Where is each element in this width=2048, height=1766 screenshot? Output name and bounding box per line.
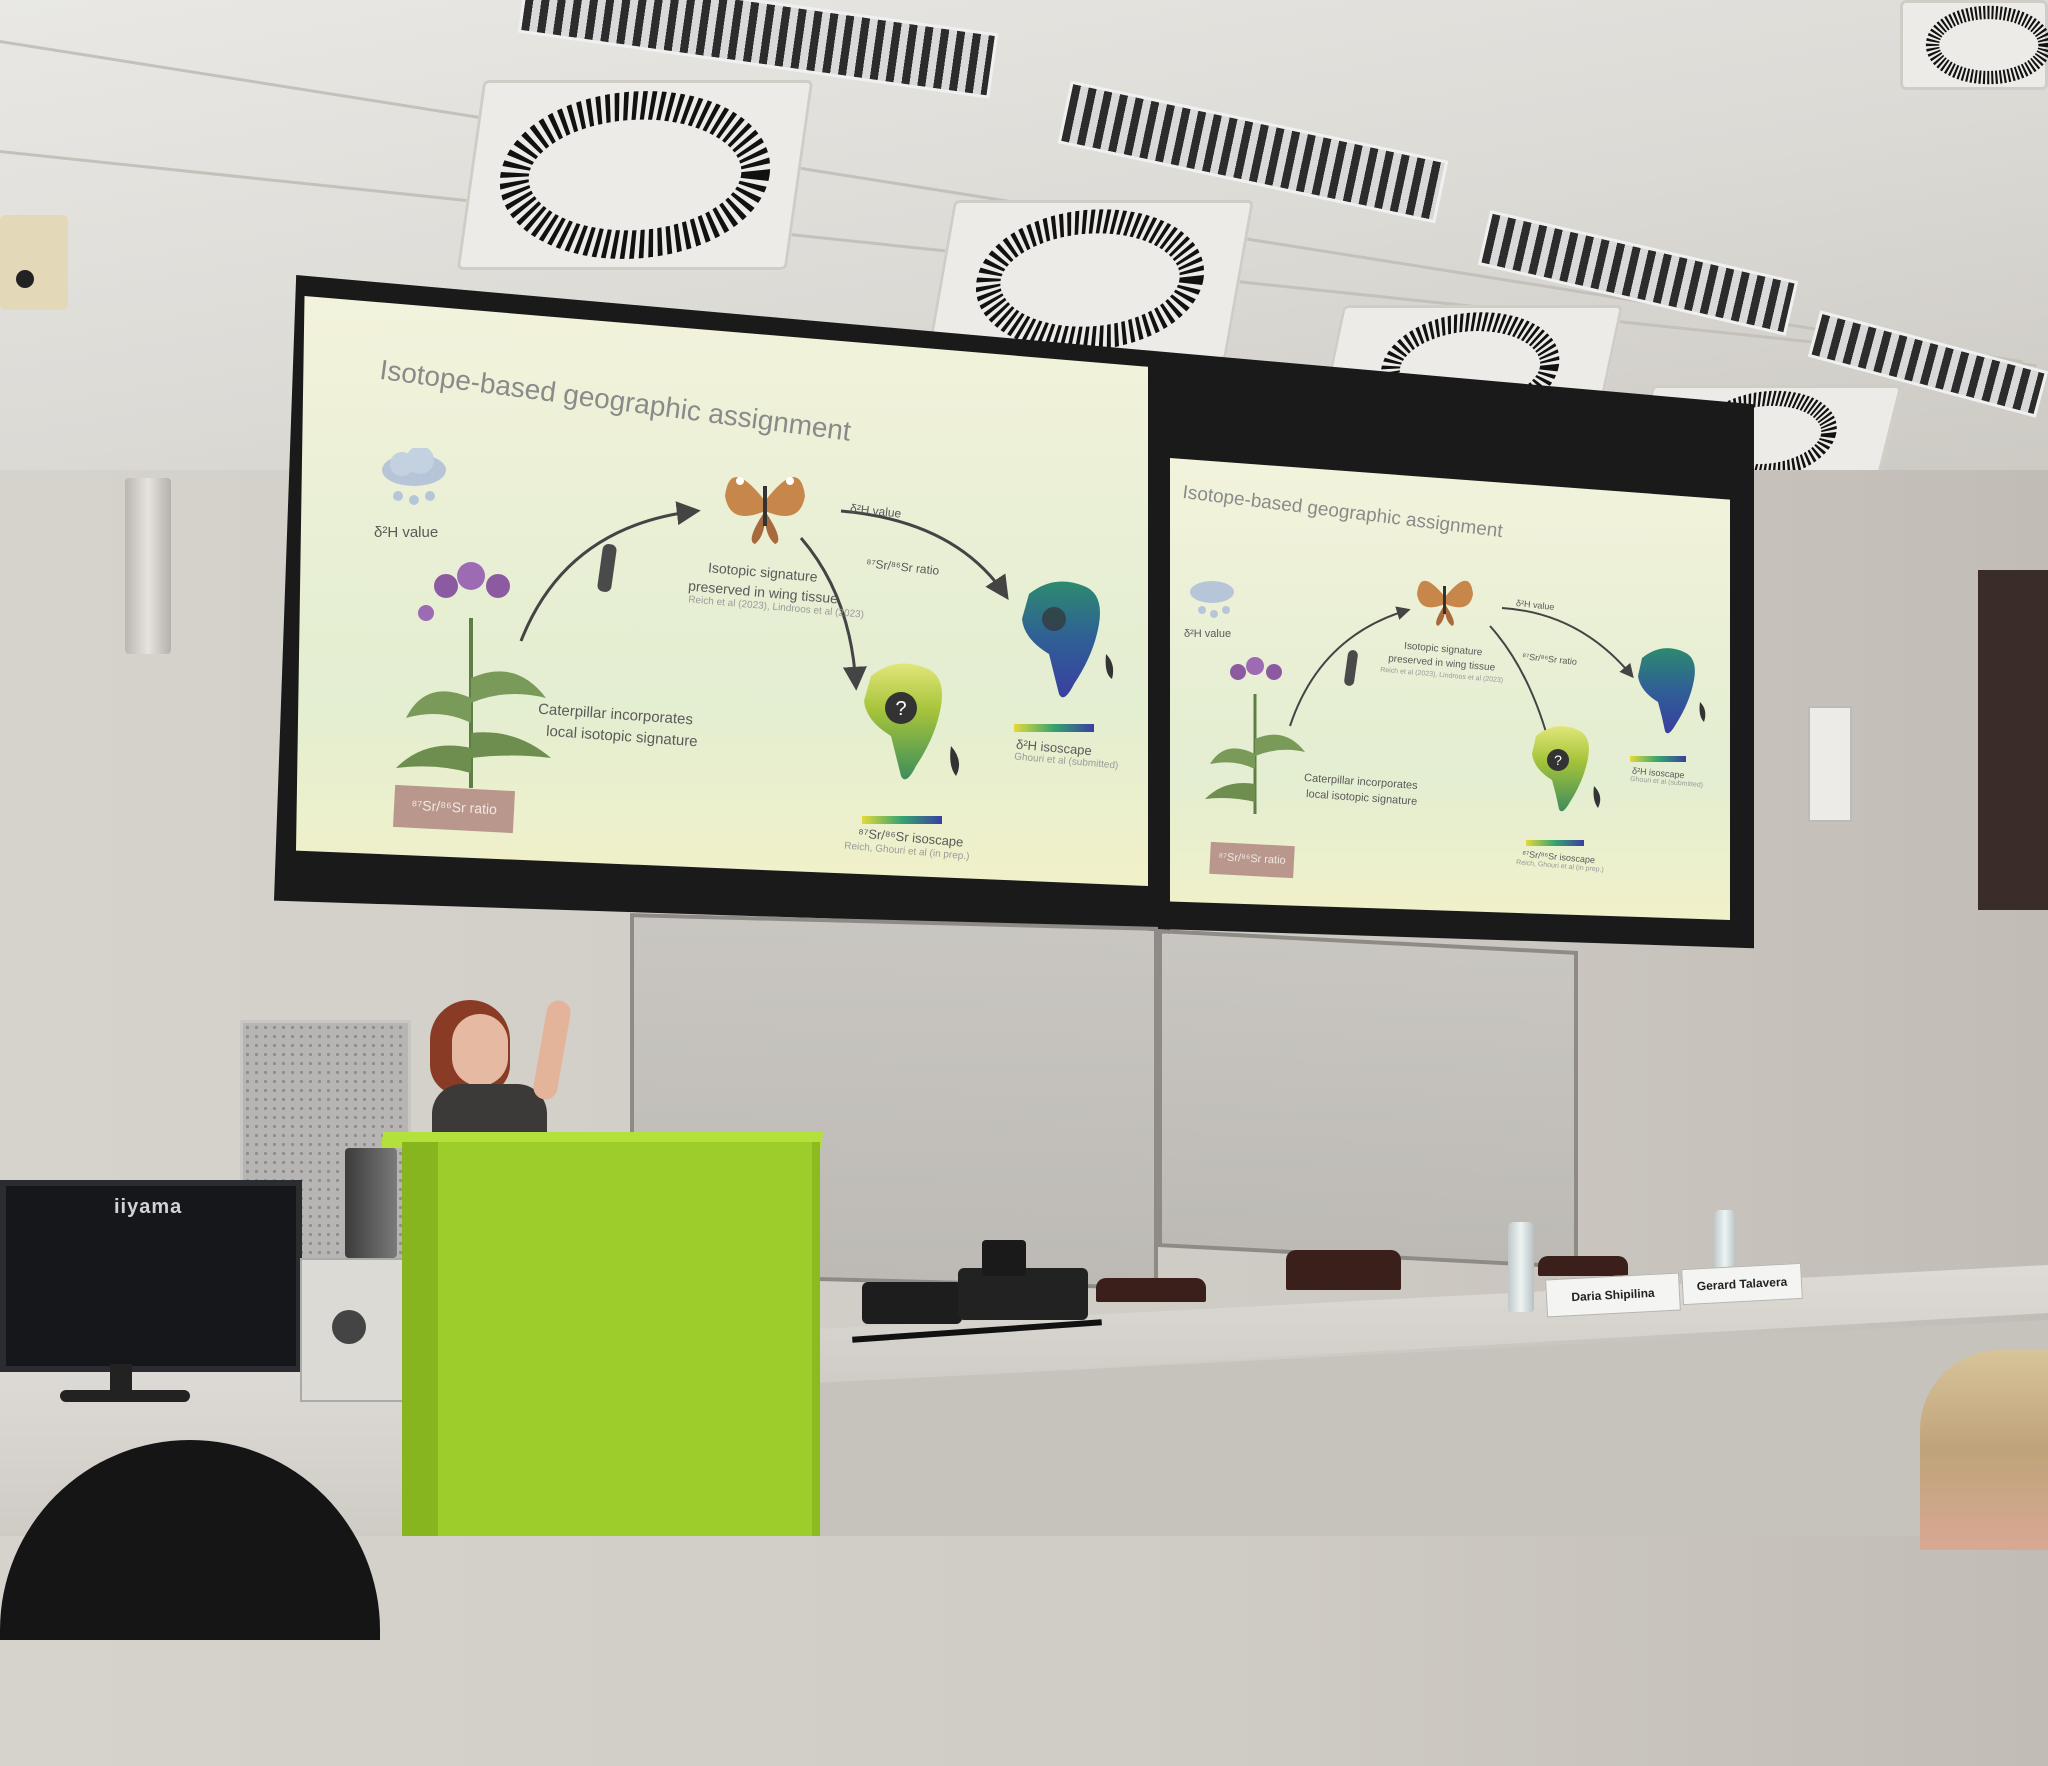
monitor-base [60, 1390, 190, 1402]
computer-monitor: iiyama [0, 1180, 302, 1372]
strontium-isoscape-map: ? [864, 663, 960, 780]
wall-speaker [125, 478, 171, 654]
chair-back [1538, 1256, 1628, 1276]
projected-slide-left: Isotope-based geographic assignment δ²H … [296, 296, 1148, 886]
security-camera [0, 215, 68, 310]
question-mark: ? [1554, 752, 1562, 768]
presenter-face [452, 1014, 508, 1086]
audience-head [1920, 1350, 2048, 1550]
name-card: Daria Shipilina [1545, 1272, 1681, 1318]
water-bottle [1508, 1222, 1534, 1312]
chair-back [1096, 1278, 1206, 1302]
hydrogen-isoscape-map [1022, 581, 1114, 698]
desk-device [982, 1240, 1026, 1276]
butterfly-icon [1417, 580, 1473, 626]
lectern-podium [402, 1142, 820, 1536]
whiteboard-right [1158, 928, 1578, 1270]
strontium-isoscape-map: ? [1532, 726, 1601, 812]
projected-slide-right: Isotope-based geographic assignment δ²H … [1170, 458, 1730, 920]
wall-speaker [1808, 706, 1852, 822]
door-panel [1978, 570, 2048, 910]
chair-back [1286, 1250, 1401, 1290]
pc-speaker [300, 1258, 404, 1402]
hydrogen-legend-bar [1014, 724, 1094, 732]
podium-side [402, 1142, 438, 1536]
butterfly-icon [725, 477, 805, 544]
pc-speaker [345, 1148, 397, 1258]
monitor-brand: iiyama [114, 1196, 183, 1218]
strontium-legend-bar [1526, 840, 1584, 846]
hydrogen-legend-bar [1630, 756, 1686, 762]
ceiling-vent [1900, 0, 2048, 90]
name-card: Gerard Talavera [1681, 1262, 1803, 1306]
ceiling-vent [456, 80, 814, 270]
strontium-legend-bar [862, 816, 942, 824]
hydrogen-isoscape-map [1638, 648, 1706, 734]
screen-divider [1148, 430, 1170, 940]
question-mark: ? [895, 698, 906, 720]
desk-device [862, 1282, 962, 1324]
